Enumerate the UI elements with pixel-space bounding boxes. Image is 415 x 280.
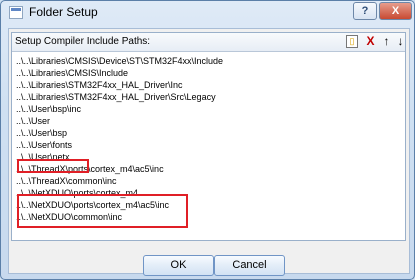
move-down-icon[interactable]: ↓ [394,35,407,48]
close-button[interactable]: X [379,2,412,20]
folder-setup-window: Folder Setup ? X Setup Compiler Include … [0,0,415,280]
include-paths-group: Setup Compiler Include Paths: ▯ X ↑ ↓ ..… [11,32,406,241]
list-item[interactable]: ..\..\Libraries\STM32F4xx_HAL_Driver\Src… [16,91,401,103]
move-up-icon[interactable]: ↑ [380,35,393,48]
red-highlight-user-netx [17,159,89,173]
new-folder-icon[interactable]: ▯ [346,35,358,48]
red-highlight-netxduo-paths [17,194,188,228]
list-item[interactable]: ..\..\Libraries\CMSIS\Include [16,67,401,79]
list-item[interactable]: ..\..\ThreadX\common\inc [16,175,401,187]
title-bar: Folder Setup ? X [1,1,414,25]
list-item[interactable]: ..\..\User\fonts [16,139,401,151]
include-paths-label: Setup Compiler Include Paths: [15,36,151,47]
list-item[interactable]: ..\..\User [16,115,401,127]
list-item[interactable]: ..\..\User\bsp [16,127,401,139]
dialog-client-area: Setup Compiler Include Paths: ▯ X ↑ ↓ ..… [8,28,410,276]
help-button[interactable]: ? [353,2,377,20]
cancel-button[interactable]: Cancel [214,255,285,276]
window-title: Folder Setup [29,5,98,19]
include-path-list[interactable]: ..\..\Libraries\CMSIS\Device\ST\STM32F4x… [16,55,401,239]
list-item[interactable]: ..\..\Libraries\CMSIS\Device\ST\STM32F4x… [16,55,401,67]
delete-icon[interactable]: X [364,35,377,48]
list-item[interactable]: ..\..\Libraries\STM32F4xx_HAL_Driver\Inc [16,79,401,91]
window-icon [9,6,23,19]
include-paths-header: Setup Compiler Include Paths: ▯ X ↑ ↓ [12,33,405,52]
ok-button[interactable]: OK [143,255,214,276]
list-item[interactable]: ..\..\User\bsp\inc [16,103,401,115]
